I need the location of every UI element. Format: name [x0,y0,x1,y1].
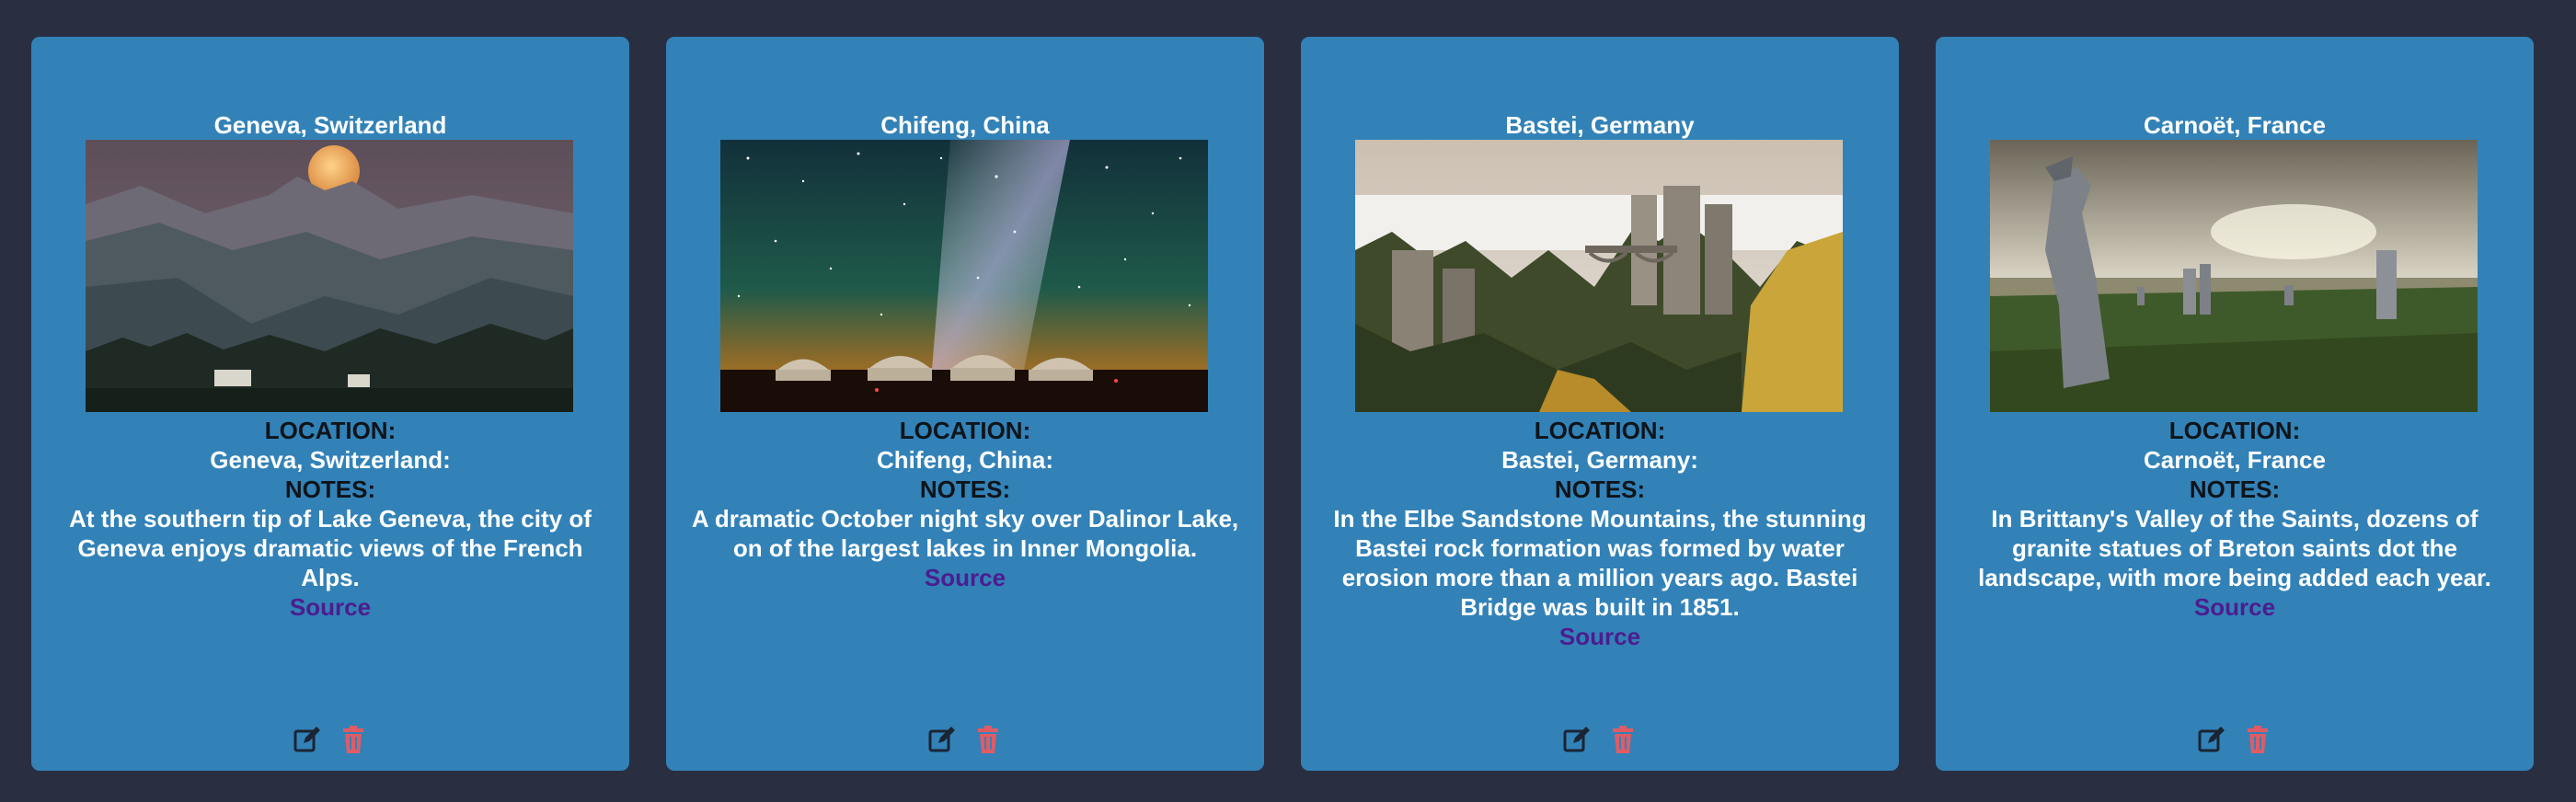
notes-text: A dramatic October night sky over Dalino… [691,505,1239,562]
location-card: Bastei, Germany LOCATION: Bastei, German… [1301,37,1899,771]
location-label: LOCATION: [1534,417,1666,444]
card-image [1355,140,1843,412]
location-card: Geneva, Switzerland LOCATION: Geneva, Sw… [31,37,629,771]
card-title: Carnoët, France [2144,111,2326,139]
trash-icon[interactable] [1608,725,1638,754]
card-board: Geneva, Switzerland LOCATION: Geneva, Sw… [0,0,2576,802]
card-details: LOCATION: Carnoët, France NOTES: In Brit… [1936,416,2534,622]
notes-label: NOTES: [284,475,376,503]
notes-text: At the southern tip of Lake Geneva, the … [69,505,592,591]
location-label: LOCATION: [2168,417,2301,444]
source-link[interactable]: Source [666,563,1264,592]
source-link[interactable]: Source [31,592,629,622]
location-card: Chifeng, China LOCATION: Chifeng, China:… [666,37,1264,771]
card-details: LOCATION: Bastei, Germany: NOTES: In the… [1301,416,1899,651]
notes-text: In Brittany's Valley of the Saints, doze… [1978,505,2491,591]
notes-label: NOTES: [1554,475,1646,503]
location-value: Chifeng, China: [876,446,1054,474]
source-link[interactable]: Source [1301,622,1899,651]
card-image [86,140,573,412]
location-value: Carnoët, France [2144,446,2326,474]
mountain-moon-image [86,140,573,412]
card-actions [666,725,1264,754]
trash-icon[interactable] [339,725,368,754]
trash-icon[interactable] [2243,725,2272,754]
card-title: Chifeng, China [880,111,1050,139]
sandstone-rocks-image [1355,140,1843,412]
edit-icon[interactable] [293,725,322,754]
card-image [1990,140,2478,412]
granite-statues-image [1990,140,2478,412]
card-title: Bastei, Germany [1505,111,1695,139]
card-image [720,140,1208,412]
location-card: Carnoët, France LOCATION: Carnoët, Franc… [1936,37,2534,771]
location-value: Geneva, Switzerland: [210,446,451,474]
edit-icon[interactable] [2197,725,2226,754]
edit-icon[interactable] [927,725,957,754]
trash-icon[interactable] [973,725,1003,754]
location-value: Bastei, Germany: [1501,446,1698,474]
card-title: Geneva, Switzerland [213,111,447,139]
card-actions [31,725,629,754]
location-label: LOCATION: [899,417,1031,444]
card-actions [1301,725,1899,754]
milky-way-image [720,140,1208,412]
source-link[interactable]: Source [1936,592,2534,622]
edit-icon[interactable] [1562,725,1592,754]
notes-label: NOTES: [2189,475,2281,503]
card-details: LOCATION: Chifeng, China: NOTES: A drama… [666,416,1264,592]
notes-label: NOTES: [919,475,1011,503]
location-label: LOCATION: [264,417,397,444]
card-actions [1936,725,2534,754]
notes-text: In the Elbe Sandstone Mountains, the stu… [1333,505,1867,621]
card-details: LOCATION: Geneva, Switzerland: NOTES: At… [31,416,629,622]
